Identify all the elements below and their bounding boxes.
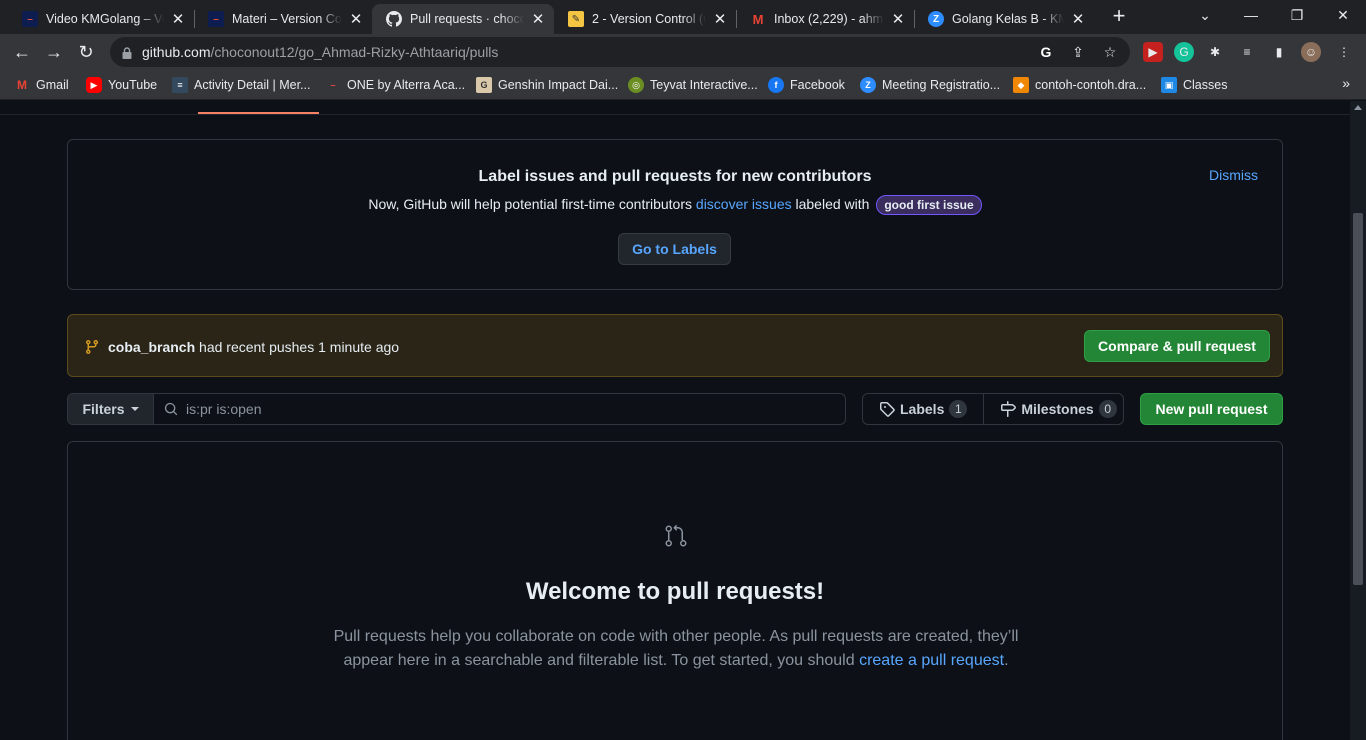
bookmark-drawio[interactable]: ◆ contoh-contoh.dra... bbox=[1013, 76, 1146, 94]
bookmark-activity[interactable]: ≡ Activity Detail | Mer... bbox=[172, 76, 310, 94]
zoom-icon: Z bbox=[860, 77, 876, 93]
banner-title: Label issues and pull requests for new c… bbox=[478, 168, 872, 185]
reload-icon[interactable]: ↻ bbox=[74, 40, 98, 64]
repo-nav-divider bbox=[0, 114, 1350, 115]
lock-icon bbox=[122, 46, 132, 59]
tab-search-icon[interactable]: ⌄ bbox=[1182, 4, 1228, 28]
menu-kebab-icon[interactable]: ⋮ bbox=[1334, 42, 1354, 62]
github-icon bbox=[386, 11, 402, 27]
browser-tab[interactable]: – Materi – Version Control ✕ bbox=[194, 4, 372, 34]
contributors-banner: Label issues and pull requests for new c… bbox=[67, 139, 1283, 290]
browser-tab[interactable]: Z Golang Kelas B - KM4 ✕ bbox=[914, 4, 1094, 34]
genshin-icon: G bbox=[476, 77, 492, 93]
close-tab-icon[interactable]: ✕ bbox=[890, 10, 906, 28]
dismiss-button[interactable]: Dismiss bbox=[1209, 167, 1258, 183]
labels-milestones-group: Labels 1 Milestones 0 bbox=[862, 393, 1124, 425]
bookmark-classes[interactable]: ▣ Classes bbox=[1161, 76, 1227, 94]
push-message: coba_branch had recent pushes 1 minute a… bbox=[108, 339, 400, 355]
go-to-labels-button[interactable]: Go to Labels bbox=[618, 233, 731, 265]
git-pull-request-icon bbox=[664, 524, 688, 548]
scrollbar-thumb[interactable] bbox=[1353, 213, 1363, 585]
search-icon bbox=[164, 402, 178, 416]
side-panel-icon[interactable]: ▮ bbox=[1269, 42, 1289, 62]
close-tab-icon[interactable]: ✕ bbox=[530, 10, 546, 28]
gmail-icon: M bbox=[17, 78, 27, 92]
share-icon[interactable]: ⇪ bbox=[1068, 42, 1088, 62]
scroll-up-arrow-icon[interactable] bbox=[1354, 105, 1362, 110]
zoom-icon: Z bbox=[928, 11, 944, 27]
repo-tab-pull-requests-underline bbox=[198, 112, 319, 114]
browser-tab[interactable]: ✎ 2 - Version Control (Golang) ✕ bbox=[554, 4, 736, 34]
browser-tab-active[interactable]: Pull requests · choconout12 ✕ bbox=[372, 4, 554, 34]
grammarly-icon[interactable]: G bbox=[1174, 42, 1194, 62]
extensions-puzzle-icon[interactable]: ✱ bbox=[1205, 42, 1225, 62]
alterra-icon: – bbox=[22, 11, 38, 27]
close-tab-icon[interactable]: ✕ bbox=[1070, 10, 1086, 28]
close-window-button[interactable]: ✕ bbox=[1320, 4, 1366, 28]
maximize-button[interactable]: ❐ bbox=[1274, 4, 1320, 28]
minimize-button[interactable]: — bbox=[1228, 4, 1274, 28]
github-page: Label issues and pull requests for new c… bbox=[0, 101, 1350, 740]
bookmark-alterra[interactable]: – ONE by Alterra Aca... bbox=[325, 76, 465, 94]
browser-toolbar: ← → ↻ github.com/choconout12/go_Ahmad-Ri… bbox=[0, 34, 1366, 70]
browser-tab[interactable]: – Video KMGolang – Version Control ✕ bbox=[8, 4, 194, 34]
classroom-icon: ▣ bbox=[1161, 77, 1177, 93]
discover-issues-link[interactable]: discover issues bbox=[696, 196, 792, 212]
gmail-icon: M bbox=[752, 11, 764, 27]
close-tab-icon[interactable]: ✕ bbox=[348, 10, 364, 28]
drawio-icon: ◆ bbox=[1013, 77, 1029, 93]
milestone-icon bbox=[1000, 401, 1017, 417]
search-input[interactable] bbox=[186, 394, 826, 424]
empty-state-text: Pull requests help you collaborate on co… bbox=[333, 628, 1019, 669]
url-text: github.com/choconout12/go_Ahmad-Rizky-At… bbox=[142, 44, 499, 60]
youtube-icon: ▶ bbox=[86, 77, 102, 93]
labels-count: 1 bbox=[949, 400, 968, 418]
bookmark-zoom[interactable]: Z Meeting Registratio... bbox=[860, 76, 1000, 94]
bookmark-teyvat[interactable]: ◎ Teyvat Interactive... bbox=[628, 76, 758, 94]
more-bookmarks-icon[interactable]: » bbox=[1342, 75, 1350, 91]
git-branch-icon bbox=[84, 339, 100, 355]
notes-icon: ✎ bbox=[568, 11, 584, 27]
new-tab-button[interactable]: + bbox=[1108, 5, 1130, 28]
recent-push-banner: coba_branch had recent pushes 1 minute a… bbox=[67, 314, 1283, 377]
close-tab-icon[interactable]: ✕ bbox=[170, 10, 186, 28]
bookmarks-bar: M Gmail ▶ YouTube ≡ Activity Detail | Mer..… bbox=[0, 70, 1366, 100]
address-bar[interactable]: github.com/choconout12/go_Ahmad-Rizky-At… bbox=[110, 37, 1130, 67]
browser-tab[interactable]: M Inbox (2,229) - ahmad ✕ bbox=[736, 4, 914, 34]
alterra-icon: – bbox=[330, 80, 336, 90]
bookmark-facebook[interactable]: f Facebook bbox=[768, 76, 845, 94]
page-scrollbar[interactable] bbox=[1350, 101, 1366, 740]
pull-requests-empty-state: Welcome to pull requests! Pull requests … bbox=[67, 441, 1283, 740]
facebook-icon: f bbox=[768, 77, 784, 93]
branch-name[interactable]: coba_branch bbox=[108, 339, 195, 355]
close-tab-icon[interactable]: ✕ bbox=[712, 10, 728, 28]
back-arrow-icon[interactable]: ← bbox=[10, 40, 34, 64]
compare-pull-request-button[interactable]: Compare & pull request bbox=[1084, 330, 1270, 362]
empty-state-title: Welcome to pull requests! bbox=[525, 578, 825, 605]
filters-dropdown-button[interactable]: Filters bbox=[68, 394, 154, 424]
filter-bar: Filters bbox=[67, 393, 846, 425]
bookmark-star-icon[interactable]: ☆ bbox=[1100, 42, 1120, 62]
milestones-count: 0 bbox=[1098, 400, 1117, 418]
caret-down-icon bbox=[130, 407, 139, 411]
new-pull-request-button[interactable]: New pull request bbox=[1140, 393, 1283, 425]
good-first-issue-label[interactable]: good first issue bbox=[876, 195, 982, 215]
banner-text: Now, GitHub will help potential first-ti… bbox=[68, 195, 1282, 215]
tag-icon bbox=[879, 401, 895, 417]
bookmark-genshin[interactable]: G Genshin Impact Dai... bbox=[476, 76, 618, 94]
teyvat-map-icon: ◎ bbox=[628, 77, 644, 93]
labels-button[interactable]: Labels 1 bbox=[863, 394, 983, 424]
merdeka-icon: ≡ bbox=[172, 77, 188, 93]
bookmark-gmail[interactable]: M Gmail bbox=[14, 76, 69, 94]
alterra-icon: – bbox=[208, 11, 224, 27]
reading-list-icon[interactable]: ≡ bbox=[1237, 42, 1257, 62]
bookmark-youtube[interactable]: ▶ YouTube bbox=[86, 76, 157, 94]
extension-icon[interactable]: ▶ bbox=[1143, 42, 1163, 62]
milestones-button[interactable]: Milestones 0 bbox=[983, 394, 1132, 424]
profile-avatar[interactable]: ☺ bbox=[1301, 42, 1321, 62]
browser-tab-strip: – Video KMGolang – Version Control ✕ – M… bbox=[0, 0, 1366, 34]
google-icon[interactable]: G bbox=[1036, 42, 1056, 62]
create-pull-request-link[interactable]: create a pull request bbox=[859, 652, 1004, 669]
forward-arrow-icon[interactable]: → bbox=[42, 40, 66, 64]
